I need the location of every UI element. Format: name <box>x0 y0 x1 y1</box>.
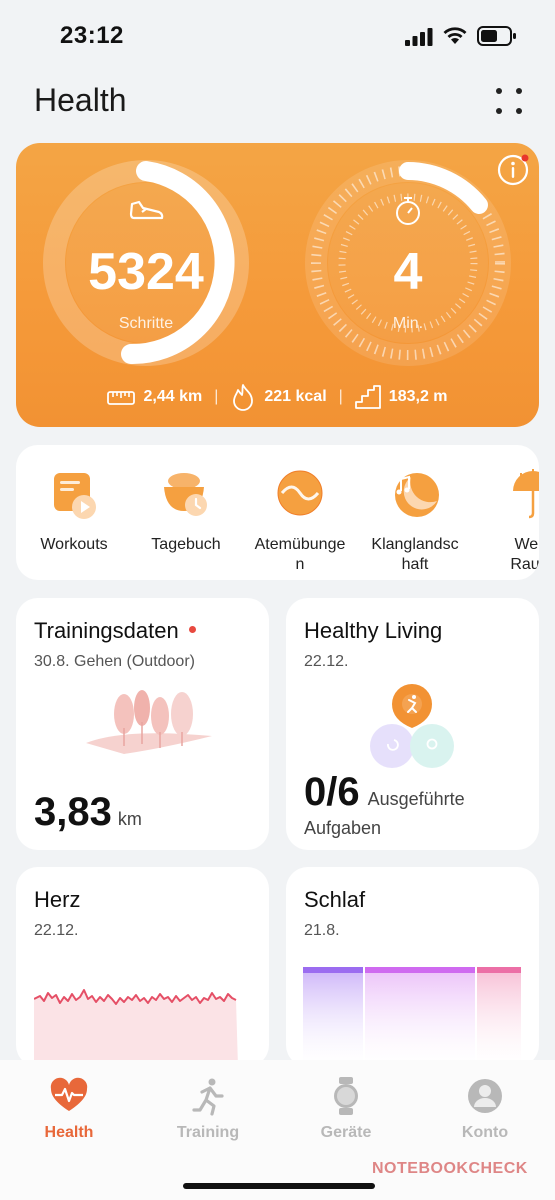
flame-icon <box>233 384 254 411</box>
shortcut-label: Klanglandsc haft <box>371 536 459 573</box>
notification-dot <box>188 625 196 633</box>
shortcut-white-noise[interactable]: WeißRausc <box>474 467 539 575</box>
distance-value: 2,44 km <box>143 388 203 405</box>
card-subtitle: 30.8. Gehen (Outdoor) <box>34 653 195 670</box>
minutes-label: Min. <box>392 315 424 332</box>
shortcuts-card: Workouts Tagebuch Atemübunge n Klanglands… <box>16 445 539 580</box>
tab-label: Konto <box>461 1124 509 1141</box>
tab-label: Geräte <box>320 1124 372 1141</box>
sleep-card[interactable]: Schlaf 21.8. <box>286 867 539 1067</box>
shortcut-breathing[interactable]: Atemübunge n <box>241 467 359 575</box>
running-icon <box>192 1078 224 1116</box>
sleep-stages-chart <box>303 967 521 1067</box>
watermark-logo: NOTEBOOKCHECK <box>372 1160 528 1177</box>
stat-separator: | <box>338 388 343 405</box>
diary-icon <box>164 473 207 516</box>
heart-card[interactable]: Herz 22.12. <box>16 867 269 1067</box>
training-data-card[interactable]: Trainingsdaten 30.8. Gehen (Outdoor) 3,8… <box>16 598 269 850</box>
training-distance: 3,83 km <box>34 790 142 834</box>
healthy-living-rings-icon <box>370 684 454 768</box>
shortcut-label: Atemübunge n <box>254 536 346 573</box>
avatar-icon <box>468 1079 502 1113</box>
stat-separator: | <box>214 388 219 405</box>
page-title: Health <box>34 82 127 118</box>
climb-stat: 183,2 m <box>354 385 448 409</box>
status-bar: 23:12 <box>0 0 555 70</box>
shortcut-tagebuch[interactable]: Tagebuch <box>127 467 245 555</box>
tab-label: Health <box>44 1124 94 1141</box>
healthy-living-card[interactable]: Healthy Living 22.12. 0/6 Ausgeführte Auf… <box>286 598 539 850</box>
healthy-living-unit: Aufgaben <box>304 818 382 838</box>
card-subtitle: 22.12. <box>304 653 349 670</box>
minutes-value: 4 <box>393 243 423 301</box>
card-subtitle: 21.8. <box>304 922 340 939</box>
info-button[interactable] <box>496 153 530 187</box>
soundscape-icon <box>395 473 439 517</box>
calories-value: 221 kcal <box>264 388 327 405</box>
steps-label: Schritte <box>118 315 174 332</box>
wifi-icon <box>443 27 467 44</box>
tab-account[interactable]: Konto <box>430 1076 540 1142</box>
tab-devices[interactable]: Geräte <box>291 1076 401 1142</box>
shortcut-label: WeißRausc <box>510 536 539 573</box>
shortcut-workouts[interactable]: Workouts <box>16 467 133 555</box>
climb-value: 183,2 m <box>388 388 448 405</box>
distance-stat: 2,44 km <box>107 388 202 406</box>
stairs-icon <box>354 385 381 409</box>
watch-icon <box>334 1077 358 1115</box>
header: Health <box>0 78 555 126</box>
more-options-icon[interactable] <box>494 86 524 116</box>
steps-value: 5324 <box>88 243 204 301</box>
heart-rate-sparkline <box>34 989 238 1067</box>
shortcut-soundscape[interactable]: Klanglandsc haft <box>356 467 474 575</box>
card-subtitle: 22.12. <box>34 922 79 939</box>
activity-stats-row: 2,44 km | 221 kcal | 183,2 m <box>16 380 539 414</box>
ruler-icon <box>107 391 136 405</box>
card-title: Schlaf <box>304 887 366 912</box>
card-title: Healthy Living <box>304 618 443 643</box>
home-indicator[interactable] <box>183 1183 375 1189</box>
healthy-living-progress: 0/6 Ausgeführte <box>304 770 465 814</box>
tab-label: Training <box>176 1124 240 1141</box>
tab-health[interactable]: Health <box>14 1076 124 1142</box>
shortcut-label: Tagebuch <box>151 536 221 553</box>
tab-training[interactable]: Training <box>153 1076 263 1142</box>
card-title: Trainingsdaten <box>34 618 196 644</box>
workouts-icon <box>54 473 96 519</box>
bottom-tab-bar: Health Training Geräte Konto <box>0 1060 555 1200</box>
calories-stat: 221 kcal <box>230 383 327 411</box>
card-title: Herz <box>34 887 81 912</box>
status-time: 23:12 <box>60 22 124 49</box>
cellular-signal-icon <box>405 28 433 46</box>
info-icon <box>497 154 529 186</box>
white-noise-icon <box>513 469 539 519</box>
breathing-icon <box>277 470 323 516</box>
trees-illustration <box>86 690 212 754</box>
heart-icon <box>50 1077 88 1111</box>
shortcut-label: Workouts <box>40 536 108 553</box>
battery-icon <box>477 26 516 46</box>
